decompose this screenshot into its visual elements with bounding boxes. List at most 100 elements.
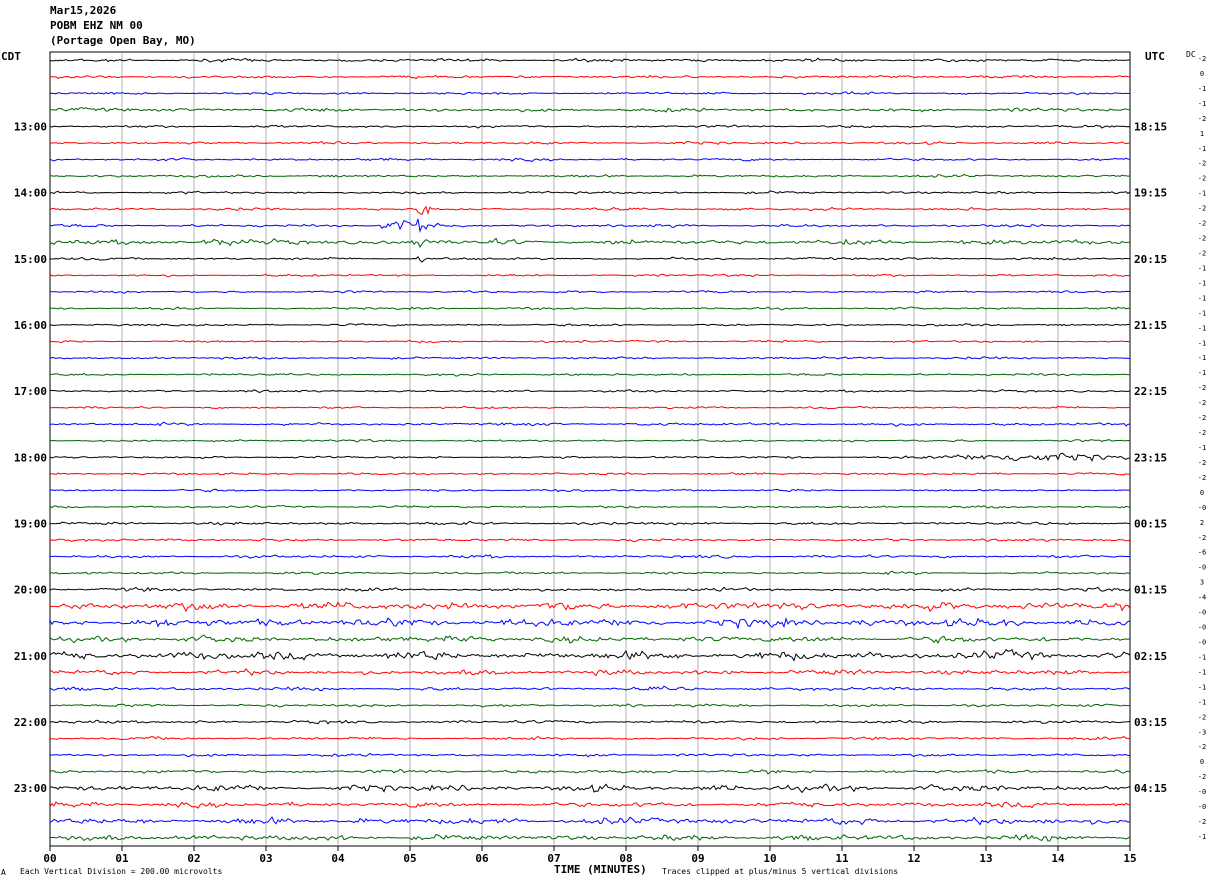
trace-row-41: [49, 719, 1131, 725]
trace-row-29: [50, 520, 1131, 526]
plot-frame: [49, 51, 1131, 847]
cdt-hour-label: 13:00: [14, 120, 47, 133]
trace-row-23: [49, 421, 1131, 427]
dc-offset-value: -3: [1198, 728, 1206, 736]
trace-row-1: [50, 57, 1131, 63]
trace-row-30: [49, 537, 1131, 543]
x-tick-label: 15: [1123, 852, 1136, 865]
x-tick-label: 02: [187, 852, 200, 865]
x-tick-label: 11: [835, 852, 849, 865]
dc-offset-title: DC: [1186, 50, 1196, 59]
trace-row-16: [49, 306, 1131, 311]
trace-row-35: [49, 617, 1131, 630]
dc-offset-value: 0: [1200, 758, 1204, 766]
cdt-hour-label: 17:00: [14, 385, 47, 398]
dc-offset-value: -1: [1198, 279, 1206, 287]
x-tick-label: 03: [259, 852, 272, 865]
x-tick-label: 10: [763, 852, 776, 865]
dc-offset-value: -1: [1198, 339, 1206, 347]
corner-mark: A: [1, 868, 6, 877]
dc-offset-value: -2: [1198, 713, 1206, 721]
trace-row-44: [49, 768, 1131, 775]
trace-row-32: [49, 570, 1131, 576]
trace-row-22: [49, 405, 1131, 410]
trace-row-3: [49, 91, 1131, 96]
trace-row-8: [49, 174, 1131, 178]
trace-row-7: [49, 157, 1131, 163]
trace-row-43: [49, 752, 1131, 758]
dc-offset-value: -2: [1198, 414, 1206, 422]
dc-offset-value: -0: [1198, 504, 1206, 512]
dc-offset-value: -2: [1198, 160, 1206, 168]
trace-row-36: [49, 634, 1131, 644]
dc-offset-value: -1: [1198, 668, 1206, 676]
dc-offset-value: -2: [1198, 175, 1206, 183]
dc-offset-value: -1: [1198, 85, 1206, 93]
cdt-hour-label: 18:00: [14, 451, 47, 464]
dc-offset-value: -1: [1198, 683, 1206, 691]
right-axis-title: UTC: [1145, 50, 1165, 63]
dc-offset-value: -0: [1198, 639, 1206, 647]
trace-row-39: [49, 685, 1131, 692]
x-tick-label: 14: [1051, 852, 1065, 865]
trace-row-42: [49, 735, 1131, 741]
x-tick-label: 05: [403, 852, 416, 865]
utc-hour-label: 04:15: [1134, 782, 1167, 795]
utc-hour-label: 18:15: [1134, 120, 1167, 133]
dc-offset-value: -2: [1198, 474, 1206, 482]
dc-offset-value: 2: [1200, 519, 1204, 527]
dc-offset-value: -2: [1198, 429, 1206, 437]
trace-row-17: [49, 323, 1130, 327]
x-tick-label: 13: [979, 852, 992, 865]
x-tick-label: 09: [691, 852, 704, 865]
dc-offset-value: -0: [1198, 624, 1206, 632]
trace-row-5: [49, 124, 1131, 129]
cdt-hour-label: 22:00: [14, 716, 47, 729]
utc-hour-label: 02:15: [1134, 650, 1167, 663]
trace-row-27: [49, 488, 1131, 493]
dc-offset-value: -1: [1198, 324, 1206, 332]
dc-offset-value: -0: [1198, 564, 1206, 572]
x-axis-label: TIME (MINUTES): [554, 863, 647, 876]
dc-offset-value: -2: [1198, 220, 1206, 228]
trace-row-2: [49, 74, 1131, 80]
cdt-hour-label: 23:00: [14, 782, 47, 795]
dc-offset-value: -1: [1198, 369, 1206, 377]
dc-offset-value: -2: [1198, 399, 1206, 407]
utc-hour-label: 23:15: [1134, 451, 1167, 464]
dc-offset-value: -2: [1198, 743, 1206, 751]
dc-offset-value: 1: [1200, 130, 1204, 138]
trace-row-26: [49, 472, 1131, 476]
utc-hour-label: 01:15: [1134, 584, 1167, 597]
cdt-hour-label: 19:00: [14, 517, 47, 530]
dc-offset-value: -4: [1198, 594, 1206, 602]
dc-offset-value: 0: [1200, 70, 1204, 78]
dc-offset-value: 0: [1200, 489, 1204, 497]
trace-row-37: [49, 648, 1131, 662]
dc-offset-value: -1: [1198, 264, 1206, 272]
dc-offset-value: 3: [1200, 579, 1204, 587]
trace-row-46: [49, 801, 1131, 809]
plot-date: Mar15,2026: [50, 4, 117, 17]
trace-row-21: [49, 389, 1131, 394]
dc-offset-value: -0: [1198, 609, 1206, 617]
trace-row-28: [49, 504, 1131, 509]
x-tick-label: 04: [331, 852, 345, 865]
dc-offset-value: -2: [1198, 250, 1206, 258]
dc-offset-value: -2: [1198, 773, 1206, 781]
dc-offset-value: -2: [1198, 534, 1206, 542]
dc-offset-value: -2: [1198, 384, 1206, 392]
dc-offset-value: -2: [1198, 459, 1206, 467]
trace-row-24: [49, 438, 1131, 443]
trace-row-47: [49, 816, 1131, 826]
cdt-hour-label: 20:00: [14, 584, 47, 597]
dc-offset-value: -1: [1198, 354, 1206, 362]
trace-row-15: [49, 290, 1131, 294]
dc-offset-value: -2: [1198, 235, 1206, 243]
dc-offset-value: -2: [1198, 55, 1206, 63]
station-code: POBM EHZ NM 00: [50, 19, 143, 32]
trace-row-25: [49, 452, 1131, 462]
trace-row-40: [49, 703, 1131, 708]
dc-offset-value: -2: [1198, 205, 1206, 213]
utc-hour-label: 20:15: [1134, 253, 1167, 266]
